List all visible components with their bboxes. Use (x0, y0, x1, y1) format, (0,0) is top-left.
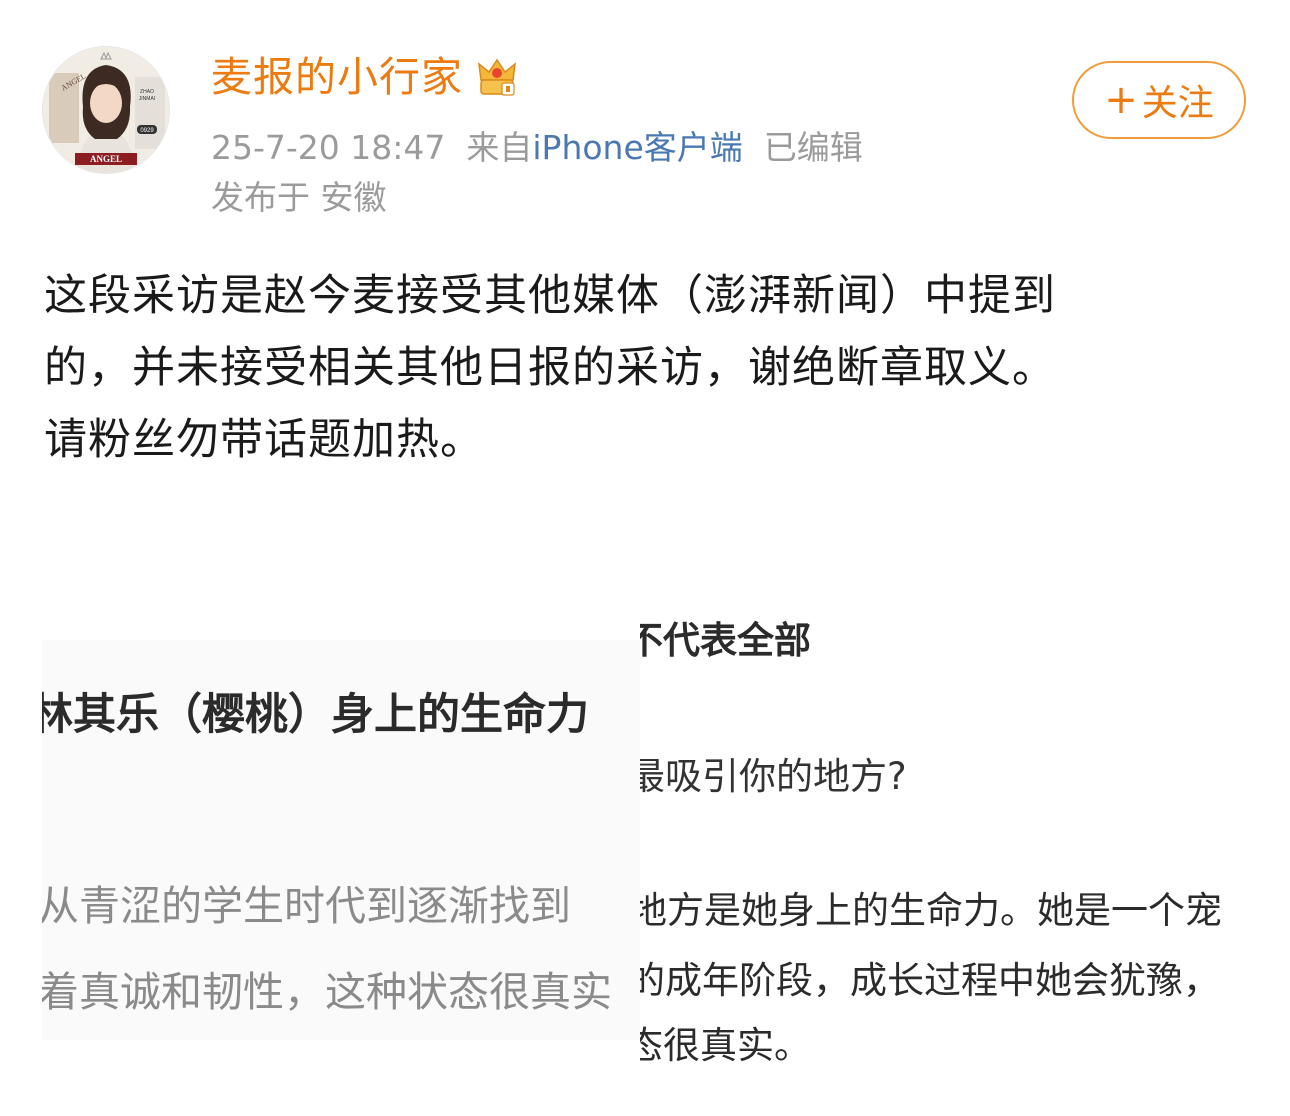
image-right-answer-line: 的成年阶段，成长过程中她会犹豫， (640, 959, 1220, 1002)
post-body-line: 这段采访是赵今麦接受其他媒体（澎湃新闻）中提到 (44, 271, 1056, 321)
post-location: 发布于 安徽 (211, 178, 387, 217)
follow-button[interactable]: + 关注 (1072, 61, 1246, 139)
image-left-heading: 林其乐（樱桃）身上的生命力 (42, 690, 589, 740)
vip-crown-icon[interactable] (475, 56, 519, 98)
author-name-row: 麦报的小行家 (211, 56, 519, 98)
post-meta: 25-7-20 18:47 来自iPhone客户端 已编辑 (211, 128, 863, 168)
follow-label: 关注 (1141, 83, 1214, 124)
post-source-link[interactable]: iPhone客户端 (532, 128, 742, 167)
image-right-question: 最吸引你的地方? (640, 755, 907, 798)
author-avatar[interactable]: ANGEL ANGEL ZHAO JINMAI 0929 (42, 46, 170, 174)
avatar-badge-bottom: ANGEL (90, 154, 122, 164)
edited-label[interactable]: 已编辑 (764, 128, 863, 167)
post-body-line: 的，并未接受相关其他日报的采访，谢绝断章取义。 (44, 343, 1056, 393)
image-left-line: 着真诚和韧性，这种状态很真实 (42, 968, 612, 1016)
image-right-answer-line: 态很真实。 (640, 1024, 811, 1067)
avatar-number: 0929 (140, 128, 154, 134)
post-body-line: 请粉丝勿带话题加热。 (44, 415, 484, 465)
post-body: 这段采访是赵今麦接受其他媒体（澎湃新闻）中提到 的，并未接受相关其他日报的采访，… (44, 260, 1244, 476)
avatar-image: ANGEL ANGEL ZHAO JINMAI 0929 (43, 47, 169, 173)
image-right-answer-line: 地方是她身上的生命力。她是一个宠 (640, 889, 1222, 932)
post-image-left[interactable]: 林其乐（樱桃）身上的生命力 从青涩的学生时代到逐渐找到 着真诚和韧性，这种状态很… (42, 640, 640, 1040)
plus-icon: + (1104, 77, 1138, 123)
avatar-side-text-2: JINMAI (139, 96, 155, 102)
avatar-side-text-1: ZHAO (140, 89, 154, 95)
author-name[interactable]: 麦报的小行家 (211, 56, 463, 98)
image-right-heading: 不代表全部 (640, 619, 811, 662)
post-image-right[interactable]: 不代表全部 最吸引你的地方? 地方是她身上的生命力。她是一个宠 的成年阶段，成长… (640, 590, 1250, 1070)
source-prefix: 来自 (466, 128, 533, 167)
post-timestamp: 25-7-20 18:47 (211, 128, 446, 167)
image-left-line: 从青涩的学生时代到逐渐找到 (42, 882, 571, 930)
